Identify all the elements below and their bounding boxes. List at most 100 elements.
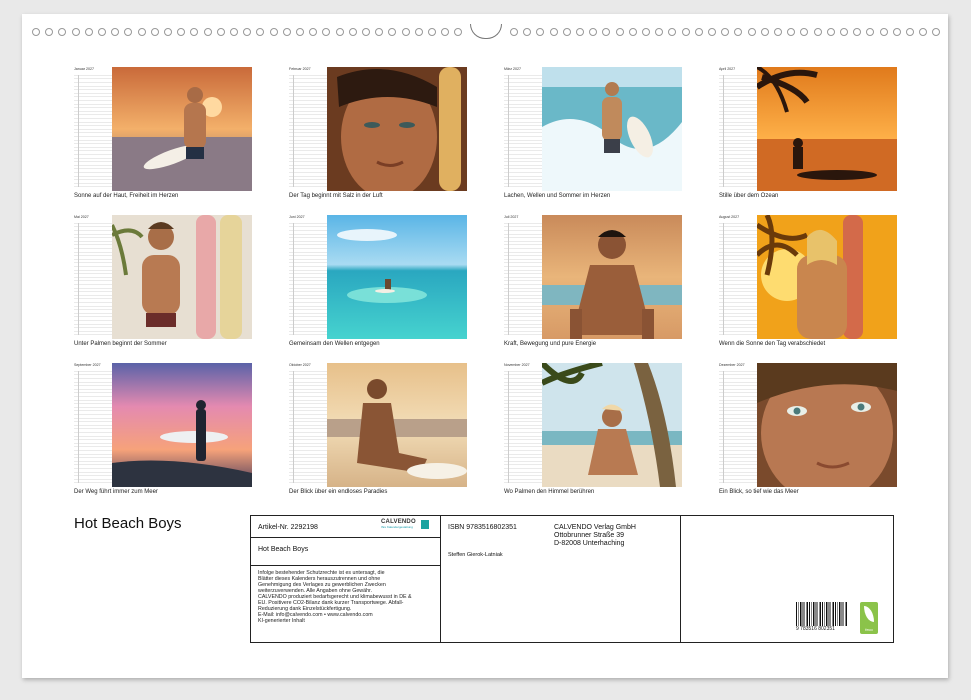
month-tile: Juni 2027 Gemeinsam den Wellen entgegen	[289, 215, 467, 351]
binding-hole	[428, 28, 436, 36]
binding-hole	[111, 28, 120, 36]
mini-calendar: Juni 2027	[289, 215, 327, 337]
month-label: Mai 2027	[74, 215, 89, 219]
mini-calendar: Dezember 2027	[719, 363, 757, 485]
month-label: September 2027	[74, 363, 101, 367]
binding-hole	[866, 28, 875, 36]
month-photo	[112, 215, 252, 339]
binding-hole	[45, 28, 54, 36]
calvendo-logo: CALVENDO Ihre Kalendergestaltung	[381, 519, 431, 533]
month-caption: Sonne auf der Haut, Freiheit im Herzen	[74, 193, 179, 199]
month-caption: Unter Palmen beginnt der Sommer	[74, 341, 167, 347]
book-title: Hot Beach Boys	[258, 546, 309, 553]
month-label: April 2027	[719, 67, 736, 71]
binding-hole	[813, 28, 822, 36]
isbn: ISBN 9783516802351	[448, 524, 517, 531]
month-caption: Der Blick über ein endloses Paradies	[289, 489, 388, 495]
binding-hole	[549, 28, 558, 36]
binding-hole	[576, 28, 584, 36]
hanger-hook	[470, 24, 502, 39]
month-photo	[327, 67, 467, 191]
calendar-day-lines	[504, 75, 542, 187]
mini-calendar: November 2027	[504, 363, 542, 485]
calendar-day-lines	[74, 75, 112, 187]
binding-hole	[774, 28, 782, 36]
month-tile: März 2027 Lachen, Wellen und Sommer im H…	[504, 67, 682, 203]
binding-hole	[282, 28, 291, 36]
binding-hole	[760, 28, 769, 36]
binding-hole	[510, 28, 518, 36]
binding-hole	[203, 28, 212, 36]
binding-hole	[655, 28, 664, 36]
binding-hole	[414, 28, 423, 36]
calendar-day-lines	[74, 371, 112, 483]
mini-calendar: Februar 2027	[289, 67, 327, 189]
calendar-day-lines	[504, 371, 542, 483]
binding-hole	[747, 28, 756, 36]
calendar-day-lines	[289, 75, 327, 187]
binding-hole	[216, 28, 225, 36]
month-label: August 2027	[719, 215, 740, 219]
binding-hole	[335, 28, 344, 36]
month-photo	[542, 215, 682, 339]
binding-hole	[441, 28, 450, 36]
binding-hole	[84, 28, 93, 36]
calendar-day-lines	[74, 223, 112, 335]
month-caption: Gemeinsam den Wellen entgegen	[289, 341, 380, 347]
binding-hole	[124, 28, 133, 36]
month-label: März 2027	[504, 67, 521, 71]
calendar-back-page: Januar 2027 Sonne auf der Haut, Freiheit…	[22, 14, 948, 678]
month-caption: Der Weg führt immer zum Meer	[74, 489, 158, 495]
binding-hole	[615, 28, 624, 36]
binding-hole	[932, 28, 941, 36]
legal-line: KI-generierter Inhalt	[258, 618, 305, 624]
binding-hole	[296, 28, 304, 36]
month-label: Juli 2027	[504, 215, 519, 219]
binding-hole	[906, 28, 914, 36]
isbn-barcode: 9 783516 802351	[796, 602, 848, 632]
mini-calendar: Mai 2027	[74, 215, 112, 337]
mini-calendar: September 2027	[74, 363, 112, 485]
binding-hole	[32, 28, 40, 36]
binding-hole	[694, 28, 703, 36]
binding-hole	[840, 28, 848, 36]
product-info-box: Artikel-Nr. 2292198 CALVENDO Ihre Kalend…	[250, 515, 894, 643]
binding-hole	[230, 28, 238, 36]
month-photo	[542, 67, 682, 191]
month-label: Juni 2027	[289, 215, 305, 219]
binding-hole	[454, 28, 463, 36]
binding-hole	[602, 28, 611, 36]
binding-hole	[322, 28, 331, 36]
month-caption: Stille über dem Ozean	[719, 193, 779, 199]
month-photo	[327, 215, 467, 339]
binding-hole	[628, 28, 637, 36]
month-photo	[327, 363, 467, 487]
binding-hole	[800, 28, 809, 36]
publisher-name: CALVENDO Verlag GmbH	[554, 524, 636, 531]
month-photo	[542, 363, 682, 487]
month-caption: Ein Blick, so tief wie das Meer	[719, 489, 799, 495]
month-tile: Dezember 2027 Ein Blick, so tief wie das…	[719, 363, 897, 499]
binding-hole	[164, 28, 172, 36]
calendar-day-lines	[719, 75, 757, 187]
binding-hole	[879, 28, 888, 36]
mini-calendar: März 2027	[504, 67, 542, 189]
calendar-day-lines	[289, 223, 327, 335]
calendar-day-lines	[719, 223, 757, 335]
calendar-day-lines	[504, 223, 542, 335]
binding-hole	[269, 28, 278, 36]
month-caption: Der Tag beginnt mit Salz in der Luft	[289, 193, 383, 199]
mini-calendar: Januar 2027	[74, 67, 112, 189]
binding-hole	[177, 28, 186, 36]
binding-hole	[388, 28, 397, 36]
mini-calendar: Juli 2027	[504, 215, 542, 337]
author-name: Steffen Gierok-Latniak	[448, 552, 503, 558]
binding-hole	[721, 28, 730, 36]
legal-notice: Infolge bestehender Schutzrechte ist es …	[258, 570, 438, 624]
binding-hole	[348, 28, 357, 36]
binding-hole	[734, 28, 743, 36]
calendar-day-lines	[289, 371, 327, 483]
month-caption: Wo Palmen den Himmel berühren	[504, 489, 595, 495]
binding-hole	[98, 28, 106, 36]
month-caption: Wenn die Sonne den Tag verabschiedet	[719, 341, 826, 347]
